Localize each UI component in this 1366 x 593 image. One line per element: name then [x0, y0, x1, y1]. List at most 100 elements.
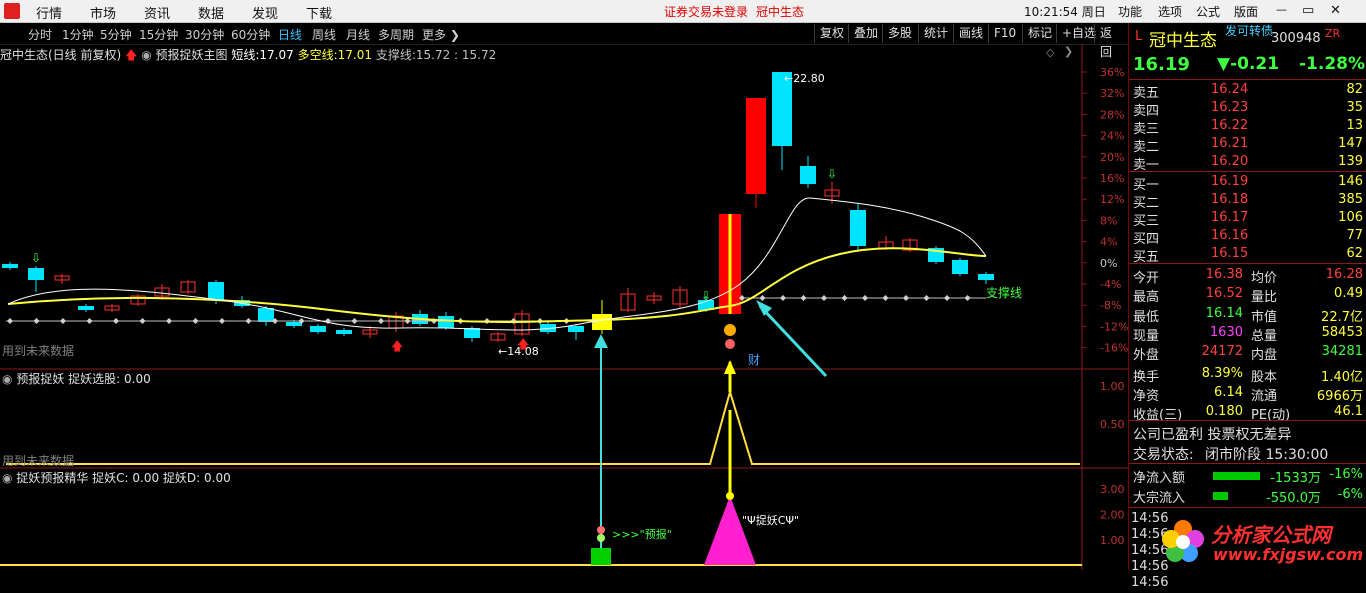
axis-label: 12% — [1100, 193, 1124, 206]
period-tab-multi[interactable]: 多周期 — [378, 26, 414, 43]
period-tab-more[interactable]: 更多 ❯ — [422, 26, 460, 43]
app-logo-icon[interactable] — [4, 3, 20, 19]
menu-item-hangqing[interactable]: 行情 — [36, 3, 62, 22]
stat-row[interactable]: 最高 16.52 量比 0.49 — [1129, 285, 1366, 305]
stat-row[interactable]: 最低 16.14 市值 22.7亿 — [1129, 305, 1366, 325]
period-tab-60min[interactable]: 60分钟 — [231, 26, 270, 43]
menu-item-xuanxiang[interactable]: 选项 — [1158, 3, 1182, 20]
bid-row[interactable]: 买三 16.17 106 — [1129, 209, 1366, 229]
menu-item-xiazai[interactable]: 下载 — [306, 3, 332, 22]
axis-label: 24% — [1100, 130, 1124, 143]
stat-value: 8.39% — [1201, 365, 1243, 381]
axis-label: 2.00 — [1100, 509, 1125, 522]
statistics-button[interactable]: 统计 — [918, 24, 953, 43]
collapse-icon[interactable]: ❯ — [1064, 45, 1073, 58]
f10-button[interactable]: F10 — [988, 24, 1021, 43]
overlay-button[interactable]: 叠加 — [848, 24, 883, 43]
candle-body — [78, 306, 94, 310]
period-tab-daily[interactable]: 日线 — [278, 26, 302, 43]
menu-item-faxian[interactable]: 发现 — [252, 3, 278, 22]
up-arrow-icon: 🡅 — [125, 48, 138, 62]
quote-stock-name[interactable]: 冠中生态 — [1149, 26, 1217, 51]
axis-label: 1.00 — [1100, 380, 1125, 393]
zhuoyao-triangle — [704, 496, 756, 565]
diamond-icon[interactable]: ◇ — [1046, 46, 1054, 59]
menu-item-gongneng[interactable]: 功能 — [1118, 3, 1142, 20]
company-note-row: 公司已盈利 投票权无差异 — [1129, 423, 1366, 443]
up-arrow-icon: 🡅 — [517, 337, 529, 351]
menu-item-shuju[interactable]: 数据 — [198, 3, 224, 22]
minimize-icon[interactable]: — — [1276, 3, 1287, 16]
settings-circle-icon[interactable]: ◉ — [2, 372, 12, 386]
stat-label: 股本 — [1251, 369, 1278, 385]
stat-label: 均价 — [1251, 271, 1278, 286]
period-tab-30min[interactable]: 30分钟 — [185, 26, 224, 43]
stat-row[interactable]: 今开 16.38 均价 16.28 — [1129, 266, 1366, 286]
chart-canvas[interactable]: 36% 32% 28% 24% 20% 16% 12% 8% 4% 0% -4% -8% -12% -16… — [0, 44, 1128, 570]
forecast-arrow-head — [594, 334, 608, 348]
ask-row[interactable]: 卖一 16.20 139 — [1129, 153, 1366, 173]
bid-row[interactable]: 买四 16.16 77 — [1129, 227, 1366, 247]
stat-row[interactable]: 换手 8.39% 股本 1.40亿 — [1129, 365, 1366, 385]
panel2-title[interactable]: 预报捉妖 — [16, 372, 64, 386]
ask-row[interactable]: 卖五 16.24 82 — [1129, 81, 1366, 101]
down-arrow-icon: ⇩ — [827, 167, 837, 181]
convertible-bond-tag[interactable]: 发可转债 — [1225, 22, 1273, 39]
pointer-arrow-head — [756, 300, 772, 316]
bid-row[interactable]: 买一 16.19 146 — [1129, 173, 1366, 193]
close-icon[interactable]: ✕ — [1330, 3, 1341, 18]
login-notice[interactable]: 证券交易未登录 — [664, 3, 748, 20]
settings-circle-icon[interactable]: ◉ — [2, 471, 12, 485]
stat-row[interactable]: 净资 6.14 流通 6966万 — [1129, 384, 1366, 404]
duokong-line-value: 17.01 — [337, 48, 372, 62]
mark-button[interactable]: 标记 — [1022, 24, 1057, 43]
menu-item-shichang[interactable]: 市场 — [90, 3, 116, 22]
bid-row[interactable]: 买二 16.18 385 — [1129, 191, 1366, 211]
back-button[interactable]: 返回 — [1094, 24, 1128, 59]
support-dot — [903, 295, 909, 301]
chevron-right-icon: ❯ — [449, 28, 460, 42]
flow-row[interactable]: 大宗流入 -550.0万 -6% — [1129, 486, 1366, 506]
panel3-title[interactable]: 捉妖预报精华 — [16, 471, 88, 485]
period-tab-1min[interactable]: 1分钟 — [62, 26, 94, 43]
support-dot — [862, 295, 868, 301]
support-dot — [882, 295, 889, 301]
menu-item-zixun[interactable]: 资讯 — [144, 3, 170, 22]
period-tab-15min[interactable]: 15分钟 — [139, 26, 178, 43]
ask-row[interactable]: 卖二 16.21 147 — [1129, 135, 1366, 155]
support-line-tag: 支撑线 — [986, 285, 1022, 300]
period-tab-5min[interactable]: 5分钟 — [100, 26, 132, 43]
stat-label: 现量 — [1133, 328, 1160, 344]
stat-row[interactable]: 外盘 24172 内盘 34281 — [1129, 343, 1366, 363]
menu-item-banmian[interactable]: 版面 — [1234, 3, 1258, 20]
support-dot — [964, 295, 971, 301]
bid-volume: 77 — [1346, 228, 1363, 243]
trade-status-label: 交易状态: — [1133, 447, 1194, 463]
ask-price: 16.23 — [1211, 100, 1249, 115]
future-data-note-main: 用到未来数据 — [2, 344, 75, 358]
period-tab-monthly[interactable]: 月线 — [346, 26, 370, 43]
candle-body — [208, 282, 224, 300]
bid-row[interactable]: 买五 16.15 62 — [1129, 245, 1366, 265]
down-arrow-icon: ⇩ — [701, 289, 711, 303]
multi-stock-button[interactable]: 多股 — [882, 24, 917, 43]
fuquan-button[interactable]: 复权 — [814, 24, 849, 43]
axis-label: -8% — [1100, 299, 1121, 312]
draw-line-button[interactable]: 画线 — [953, 24, 988, 43]
stat-row[interactable]: 现量 1630 总量 58453 — [1129, 324, 1366, 344]
restore-icon[interactable]: ▭ — [1302, 3, 1314, 18]
axis-label: -12% — [1100, 320, 1128, 333]
ask-row[interactable]: 卖四 16.23 35 — [1129, 99, 1366, 119]
candle-body — [978, 274, 994, 280]
menu-item-gongshi[interactable]: 公式 — [1196, 3, 1220, 20]
period-tab-weekly[interactable]: 周线 — [312, 26, 336, 43]
stat-value: 6.14 — [1214, 384, 1243, 400]
main-indicator-name[interactable]: 预报捉妖主图 — [156, 48, 228, 62]
ask-row[interactable]: 卖三 16.22 13 — [1129, 117, 1366, 137]
quote-panel: L 冠中生态 发可转债 300948 ZR 16.19 ▼-0.21 -1.28… — [1128, 22, 1366, 590]
tick-row[interactable]: 14:56 — [1129, 574, 1366, 593]
period-tab-fenshi[interactable]: 分时 — [28, 26, 52, 43]
bid-volume: 146 — [1338, 174, 1363, 189]
settings-circle-icon[interactable]: ◉ — [141, 48, 151, 62]
stat-value: 16.14 — [1205, 305, 1243, 321]
